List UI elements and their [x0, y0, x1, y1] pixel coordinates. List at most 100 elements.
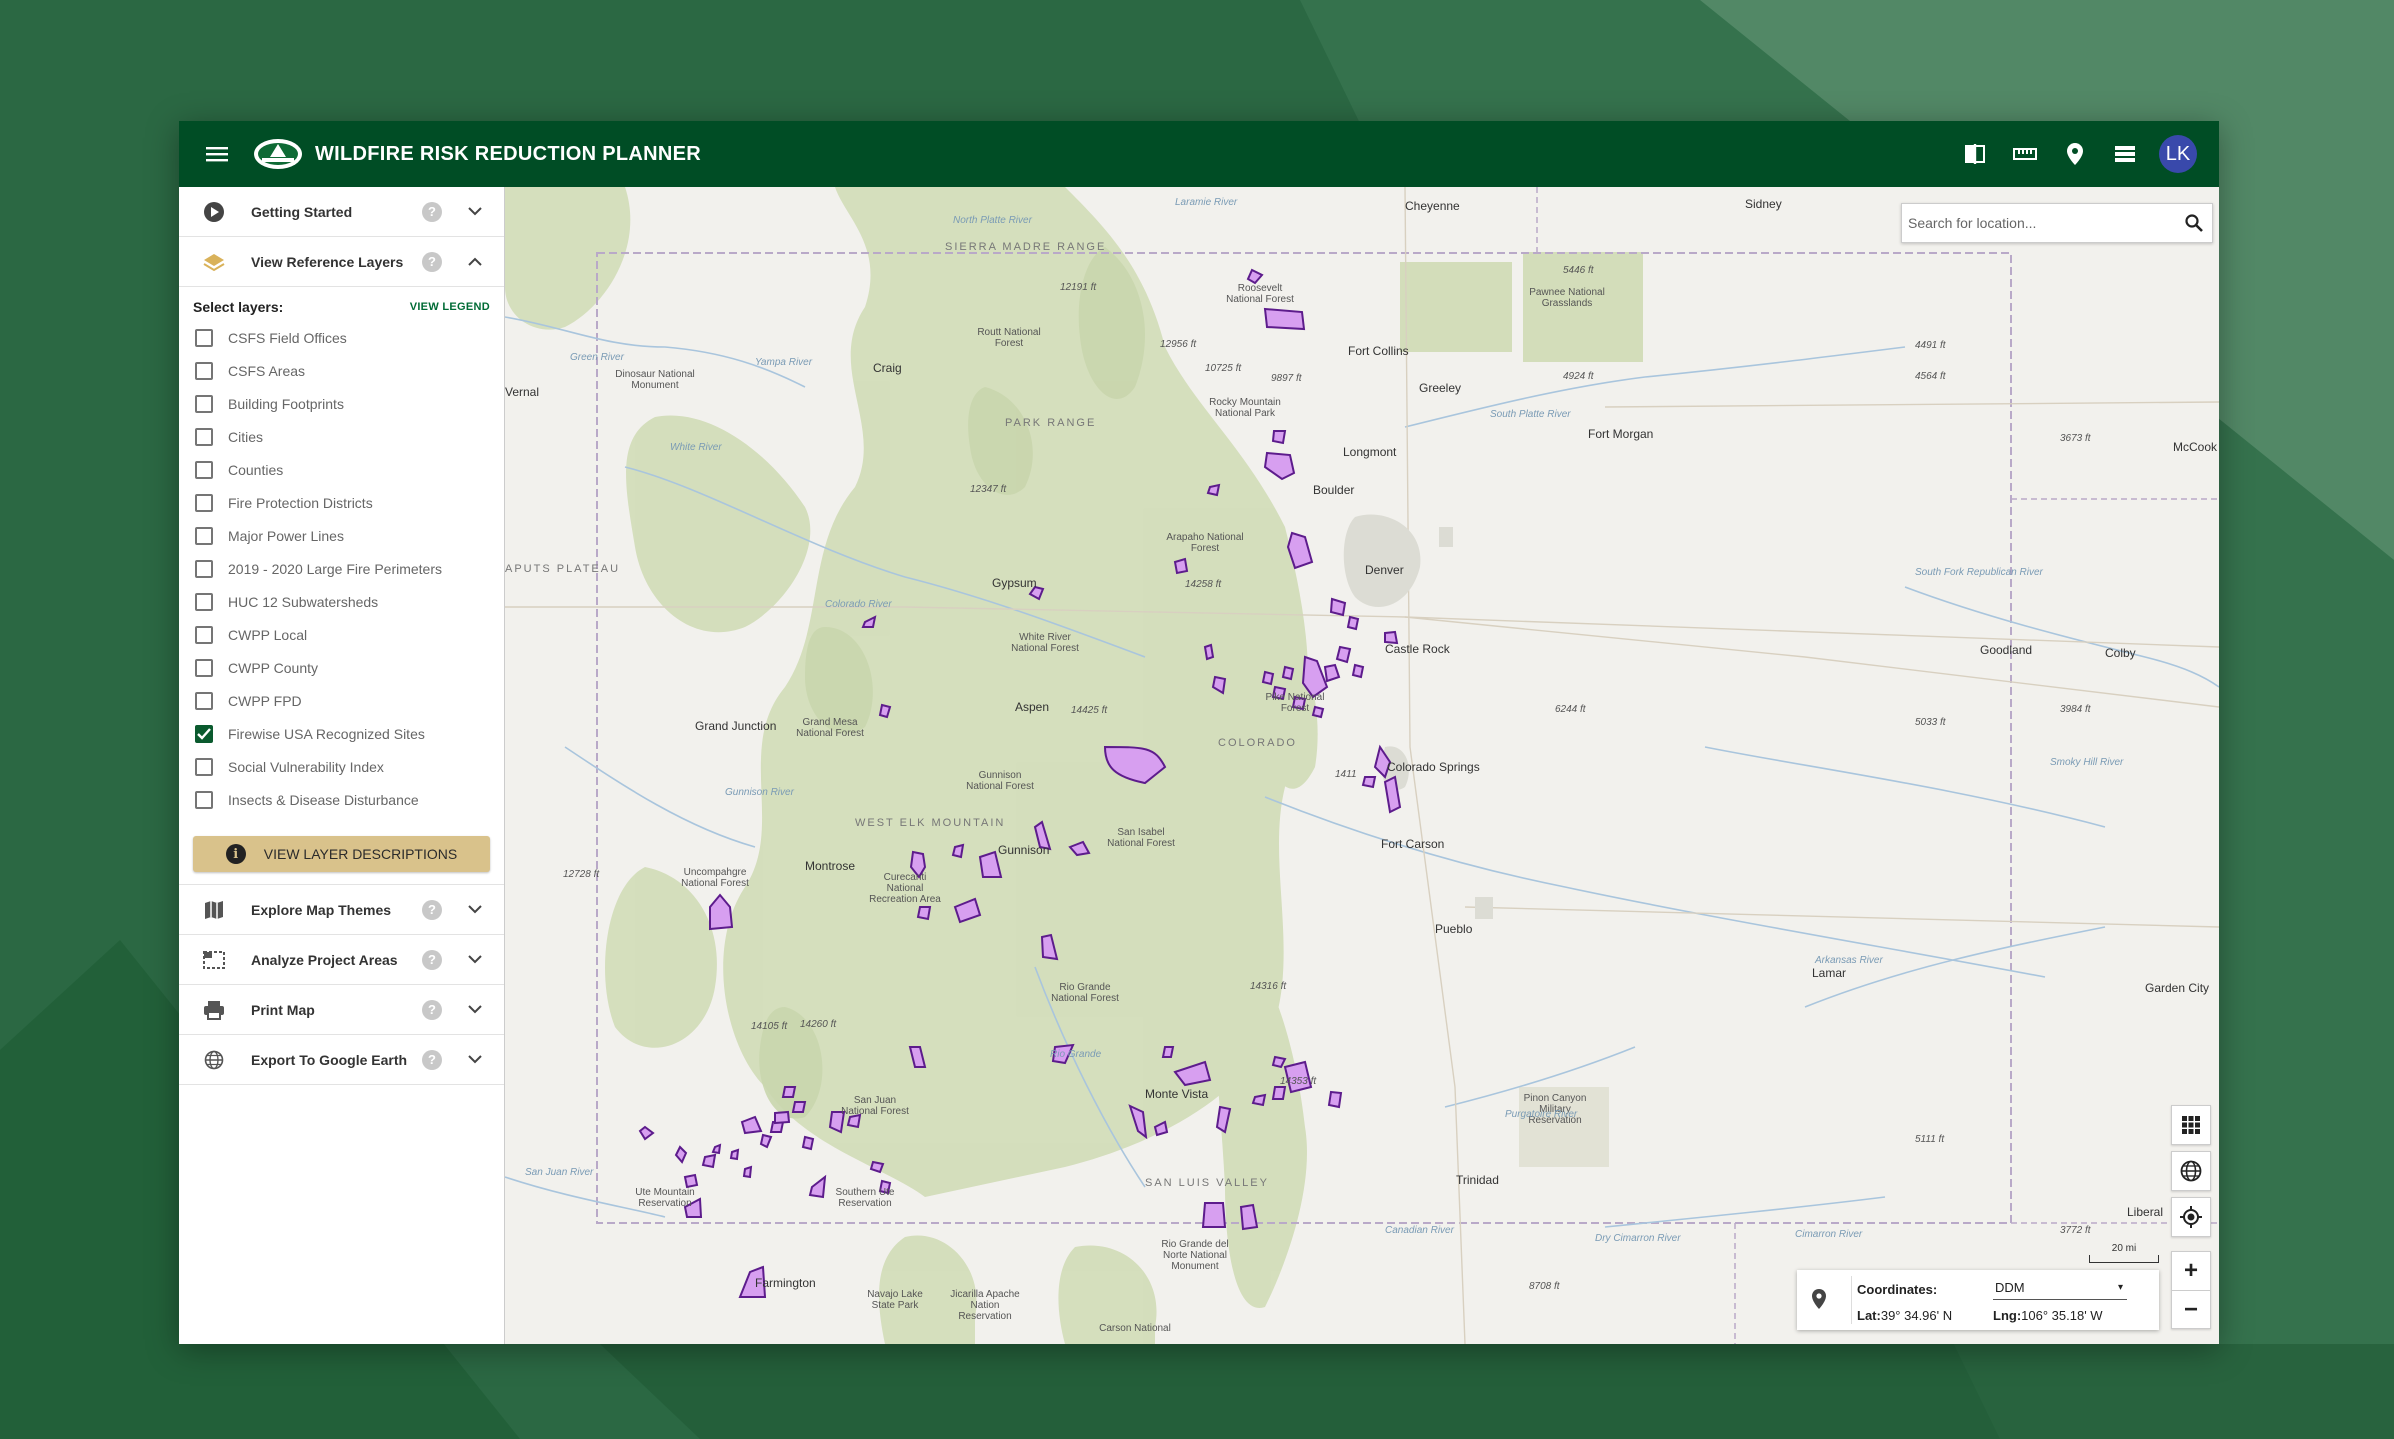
layer-item[interactable]: Building Footprints: [193, 387, 490, 420]
layer-label: CSFS Field Offices: [228, 329, 347, 346]
map-label-aspen: Aspen: [1015, 700, 1050, 714]
help-icon[interactable]: ?: [422, 999, 442, 1020]
coordinate-format-select[interactable]: DDM ▾: [1993, 1280, 2127, 1300]
location-search[interactable]: [1901, 203, 2213, 243]
map-label-e3772: 3772 ft: [2060, 1225, 2091, 1236]
select-area-icon: [203, 949, 225, 971]
coordinates-label: Coordinates:: [1857, 1282, 1938, 1297]
layer-checkbox[interactable]: [195, 724, 213, 743]
layer-checkbox[interactable]: [195, 559, 213, 578]
map-label-mccook: McCook: [2173, 440, 2218, 454]
map-label-gunnison-nf: Gunnison National Forest: [966, 770, 1034, 792]
layer-checkbox[interactable]: [195, 625, 213, 644]
layer-checkbox[interactable]: [195, 592, 213, 611]
layer-checkbox[interactable]: [195, 790, 213, 809]
location-pin-icon: [1811, 1288, 1827, 1313]
layer-item[interactable]: Cities: [193, 420, 490, 453]
map-label-white-river-lbl: White River: [670, 442, 722, 453]
menu-icon[interactable]: [201, 138, 233, 170]
search-input[interactable]: [1908, 215, 2176, 231]
chevron-down-icon[interactable]: [464, 955, 486, 964]
map-label-sierra-madre: SIERRA MADRE RANGE: [945, 241, 1107, 253]
layer-item[interactable]: CSFS Field Offices: [193, 321, 490, 354]
zoom-in-button[interactable]: +: [2172, 1252, 2210, 1290]
layers-heading: Select layers:: [193, 299, 284, 315]
layer-checkbox[interactable]: [195, 460, 213, 479]
section-label: Getting Started: [251, 203, 353, 220]
layer-item[interactable]: CWPP FPD: [193, 684, 490, 717]
section-print-map[interactable]: Print Map ?: [179, 985, 504, 1035]
map-label-e3984: 3984 ft: [2060, 704, 2091, 715]
layer-label: HUC 12 Subwatersheds: [228, 593, 379, 610]
layer-checkbox[interactable]: [195, 427, 213, 446]
layer-checkbox[interactable]: [195, 658, 213, 677]
map-label-gunnison-river: Gunnison River: [725, 787, 794, 798]
help-icon[interactable]: ?: [422, 201, 442, 222]
chevron-down-icon[interactable]: [464, 905, 486, 914]
layer-label: Building Footprints: [228, 395, 344, 412]
map-label-jicarilla: Jicarilla Apache Nation Reservation: [950, 1289, 1020, 1322]
my-location-icon[interactable]: [2171, 1197, 2211, 1237]
section-export-google-earth[interactable]: Export To Google Earth ?: [179, 1035, 504, 1085]
map-label-fort-collins: Fort Collins: [1348, 344, 1409, 358]
layer-item[interactable]: 2019 - 2020 Large Fire Perimeters: [193, 552, 490, 585]
map-label-south-fork-rep: South Fork Republican River: [1915, 567, 2043, 578]
section-label: View Reference Layers: [251, 253, 404, 270]
chevron-up-icon[interactable]: [464, 257, 486, 266]
layer-item[interactable]: CWPP Local: [193, 618, 490, 651]
top-app-bar: WILDFIRE RISK REDUCTION PLANNER LK: [179, 121, 2219, 187]
layer-item[interactable]: Fire Protection Districts: [193, 486, 490, 519]
view-layer-descriptions-button[interactable]: i VIEW LAYER DESCRIPTIONS: [193, 836, 490, 872]
chevron-down-icon[interactable]: [464, 207, 486, 216]
section-view-reference-layers[interactable]: View Reference Layers ?: [179, 237, 504, 287]
chevron-down-icon[interactable]: [464, 1005, 486, 1014]
layer-item[interactable]: Firewise USA Recognized Sites: [193, 717, 490, 750]
logo: [253, 137, 303, 171]
help-icon[interactable]: ?: [422, 251, 442, 272]
layers-stack-icon[interactable]: [2109, 138, 2141, 170]
map-label-e5446: 5446 ft: [1563, 265, 1594, 276]
section-getting-started[interactable]: Getting Started ?: [179, 187, 504, 237]
map-label-e12347: 12347 ft: [970, 484, 1007, 495]
layer-checkbox[interactable]: [195, 361, 213, 380]
layer-checkbox[interactable]: [195, 526, 213, 545]
zoom-out-button[interactable]: −: [2172, 1290, 2210, 1328]
search-icon[interactable]: [2176, 205, 2212, 241]
section-explore-map-themes[interactable]: Explore Map Themes ?: [179, 885, 504, 935]
basemap-grid-icon[interactable]: [2171, 1105, 2211, 1145]
layer-label: Major Power Lines: [228, 527, 344, 544]
layer-checkbox[interactable]: [195, 757, 213, 776]
layer-item[interactable]: Social Vulnerability Index: [193, 750, 490, 783]
ruler-icon[interactable]: [2009, 138, 2041, 170]
layer-checkbox[interactable]: [195, 328, 213, 347]
map-icon: [203, 899, 225, 921]
view-legend-link[interactable]: VIEW LEGEND: [410, 301, 490, 313]
chevron-down-icon[interactable]: [464, 1055, 486, 1064]
help-icon[interactable]: ?: [422, 899, 442, 920]
layer-item[interactable]: HUC 12 Subwatersheds: [193, 585, 490, 618]
avatar[interactable]: LK: [2159, 135, 2197, 173]
layer-label: Social Vulnerability Index: [228, 758, 384, 775]
compare-icon[interactable]: [1959, 138, 1991, 170]
map-label-e12956: 12956 ft: [1160, 339, 1197, 350]
section-analyze-project-areas[interactable]: Analyze Project Areas ?: [179, 935, 504, 985]
layer-item[interactable]: Major Power Lines: [193, 519, 490, 552]
layer-checkbox[interactable]: [195, 493, 213, 512]
map-label-e8708: 8708 ft: [1529, 1281, 1560, 1292]
map-tools: [2171, 1105, 2211, 1237]
globe-icon[interactable]: [2171, 1151, 2211, 1191]
layer-item[interactable]: Counties: [193, 453, 490, 486]
map-label-e14353: 14353 ft: [1280, 1076, 1317, 1087]
help-icon[interactable]: ?: [422, 1049, 442, 1070]
layer-item[interactable]: CSFS Areas: [193, 354, 490, 387]
help-icon[interactable]: ?: [422, 949, 442, 970]
map-label-greeley: Greeley: [1419, 381, 1462, 395]
layer-checkbox[interactable]: [195, 691, 213, 710]
location-pin-icon[interactable]: [2059, 138, 2091, 170]
play-circle-icon: [203, 201, 225, 223]
layer-item[interactable]: CWPP County: [193, 651, 490, 684]
layer-checkbox[interactable]: [195, 394, 213, 413]
map-label-arapaho: Arapaho National Forest: [1166, 532, 1244, 554]
map-view[interactable]: Cheyenne Sidney Fort Collins Greeley Fort Mo…: [505, 187, 2219, 1344]
layer-item[interactable]: Insects & Disease Disturbance: [193, 783, 490, 816]
